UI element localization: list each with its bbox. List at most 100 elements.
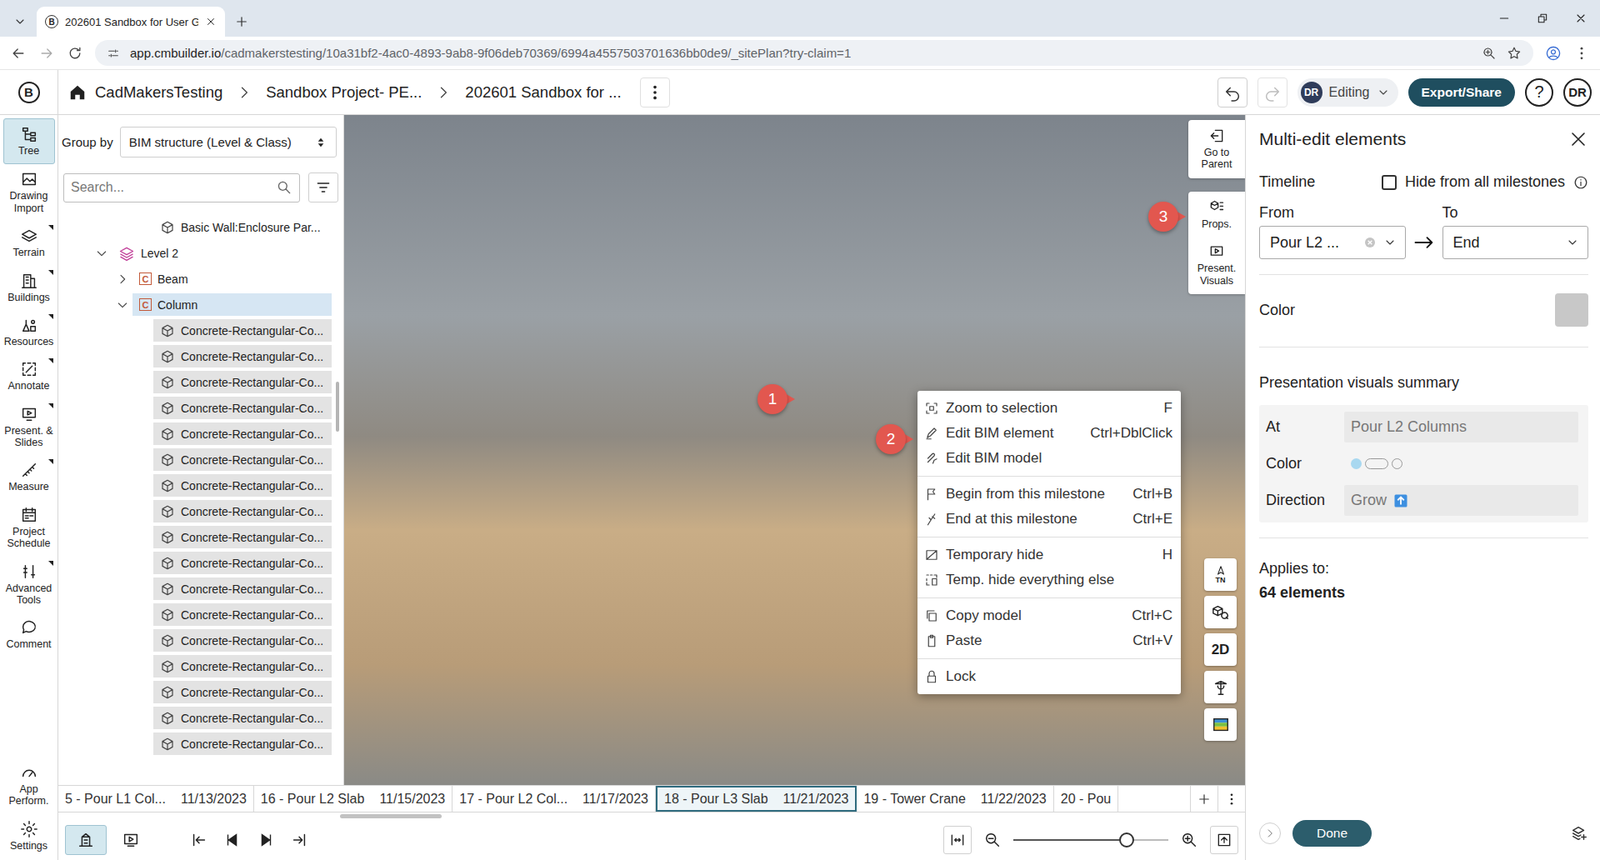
reload-icon[interactable] [66, 45, 84, 62]
breadcrumb[interactable]: Sandbox Project- PE... [265, 83, 422, 102]
done-button[interactable]: Done [1292, 820, 1372, 847]
breadcrumb[interactable]: 202601 Sandbox for ... [465, 83, 621, 102]
context-menu-item[interactable]: End at this milestone Ctrl+E [917, 506, 1181, 532]
rail-item[interactable]: Terrain [3, 220, 55, 265]
rail-item[interactable]: Advanced Tools [3, 556, 55, 614]
context-menu-item[interactable]: Temporary hide H [917, 542, 1181, 568]
last-milestone-icon[interactable] [290, 830, 309, 850]
rail-item[interactable]: Annotate [3, 354, 55, 399]
tree-row[interactable]: Concrete-Rectangular-Co... [58, 395, 344, 421]
play-icon[interactable] [256, 830, 275, 850]
view-mode-button[interactable] [110, 825, 152, 855]
project-menu-button[interactable] [640, 77, 670, 108]
context-menu-item[interactable]: Begin from this milestone Ctrl+B [917, 481, 1181, 507]
tree-row[interactable]: Concrete-Rectangular-Co... [58, 472, 344, 499]
rail-item[interactable]: Settings [3, 814, 55, 859]
address-field[interactable]: app.cmbuilder.io/cadmakerstesting/10a31b… [95, 40, 1534, 66]
milestone[interactable]: 19 - Tower Crane 11/22/2023 [856, 785, 1054, 812]
export-share-button[interactable]: Export/Share [1408, 78, 1515, 107]
group-by-select[interactable]: BIM structure (Level & Class) [120, 126, 337, 158]
tree-row[interactable]: C Beam [58, 265, 344, 292]
site-info-icon[interactable] [106, 46, 120, 60]
context-menu-item[interactable]: Edit BIM model [917, 445, 1181, 471]
back-icon[interactable] [10, 45, 27, 62]
filter-button[interactable] [308, 172, 339, 203]
home-icon[interactable] [68, 83, 87, 102]
tree-row[interactable]: Concrete-Rectangular-Co... [58, 705, 344, 731]
rail-item[interactable]: Present. & Slides [3, 399, 55, 456]
tree-row[interactable]: Concrete-Rectangular-Co... [58, 343, 344, 370]
rail-item[interactable]: Buildings [3, 265, 55, 310]
presentation-visuals-button[interactable]: Present. Visuals [1191, 243, 1242, 287]
tree-row[interactable]: Concrete-Rectangular-Co... [58, 524, 344, 550]
new-tab-button[interactable] [228, 6, 255, 37]
view-tool-button[interactable] [1204, 595, 1237, 629]
close-tab-icon[interactable] [205, 15, 217, 28]
color-swatch[interactable] [1555, 293, 1589, 327]
rail-item[interactable]: Project Schedule [3, 500, 55, 557]
expand-chevron-icon[interactable] [95, 246, 109, 260]
context-menu-item[interactable]: Paste Ctrl+V [917, 628, 1181, 654]
tree-row[interactable]: Basic Wall:Enclosure Par... [58, 214, 344, 240]
fit-timeline-button[interactable] [943, 825, 972, 855]
tree-row[interactable]: C Column [58, 291, 344, 318]
bookmark-star-icon[interactable] [1506, 45, 1522, 61]
tree-row[interactable]: Concrete-Rectangular-Co... [58, 498, 344, 525]
view-tool-button[interactable]: TN [1204, 558, 1237, 591]
restore-button[interactable] [1523, 0, 1562, 37]
context-menu-item[interactable]: Lock [917, 664, 1181, 690]
view-tool-button[interactable] [1204, 708, 1237, 741]
redo-button[interactable] [1257, 77, 1288, 108]
tree-row[interactable]: Concrete-Rectangular-Co... [58, 575, 344, 602]
milestone[interactable]: 18 - Pour L3 Slab 11/21/2023 [655, 785, 857, 812]
slider-knob[interactable] [1119, 832, 1135, 848]
milestone[interactable]: 5 - Pour L1 Col... 11/13/2023 [58, 785, 255, 812]
rail-item[interactable]: App Perform. [3, 757, 55, 815]
tree-row[interactable]: Level 2 [58, 240, 344, 266]
context-menu-item[interactable]: Zoom to selection F [917, 395, 1181, 421]
props-button[interactable]: Props. [1201, 199, 1232, 230]
minimize-button[interactable] [1485, 0, 1524, 37]
to-milestone-dropdown[interactable]: End [1442, 225, 1590, 260]
tab-search-button[interactable] [6, 6, 34, 37]
first-milestone-icon[interactable] [190, 830, 209, 850]
scrollbar-thumb[interactable] [340, 814, 442, 819]
tree-row[interactable]: Concrete-Rectangular-Co... [58, 679, 344, 705]
view-tool-button[interactable]: 2D [1204, 633, 1237, 666]
stack-add-icon[interactable] [1570, 824, 1589, 843]
browser-menu-icon[interactable] [1573, 45, 1590, 62]
close-window-button[interactable] [1561, 0, 1600, 37]
undo-button[interactable] [1217, 77, 1248, 108]
rail-item[interactable]: Measure [3, 455, 55, 500]
zoom-slider[interactable] [1013, 831, 1169, 849]
expand-panel-button[interactable] [1259, 822, 1281, 845]
close-icon[interactable] [1568, 129, 1589, 150]
forward-icon[interactable] [38, 45, 55, 62]
rail-item[interactable]: Tree [3, 118, 55, 165]
mode-dropdown[interactable]: DR Editing [1297, 78, 1399, 107]
help-button[interactable]: ? [1525, 78, 1554, 107]
zoom-in-icon[interactable] [1180, 830, 1199, 850]
zoom-out-icon[interactable] [983, 830, 1002, 850]
tree-row[interactable]: Concrete-Rectangular-Co... [58, 446, 344, 473]
expand-chevron-icon[interactable] [115, 298, 130, 312]
tree-scrollbar[interactable] [335, 381, 340, 432]
tree-row[interactable]: Concrete-Rectangular-Co... [58, 627, 344, 654]
user-avatar[interactable]: DR [1563, 78, 1592, 107]
clear-icon[interactable] [1363, 235, 1377, 250]
expand-chevron-icon[interactable] [115, 272, 130, 286]
tree-row[interactable]: Concrete-Rectangular-Co... [58, 730, 344, 757]
go-to-parent-button[interactable]: Go to Parent [1188, 120, 1245, 179]
view-tool-button[interactable] [1204, 670, 1237, 704]
tree-row[interactable]: Concrete-Rectangular-Co... [58, 601, 344, 628]
tree-row[interactable]: Concrete-Rectangular-Co... [58, 317, 344, 344]
context-menu-item[interactable]: Edit BIM element Ctrl+DblClick [917, 420, 1181, 446]
breadcrumb[interactable]: CadMakersTesting [95, 83, 223, 102]
search-field[interactable]: Search... [63, 173, 300, 203]
tree-row[interactable]: Concrete-Rectangular-Co... [58, 653, 344, 680]
3d-viewport[interactable]: Go to Parent Props. Present. Visuals TN 2… [344, 115, 1245, 785]
context-menu-item[interactable]: Temp. hide everything else [917, 567, 1181, 593]
hide-all-checkbox[interactable]: Hide from all milestones [1381, 173, 1565, 191]
rail-item[interactable]: Resources [3, 310, 55, 355]
previous-icon[interactable] [223, 830, 242, 850]
